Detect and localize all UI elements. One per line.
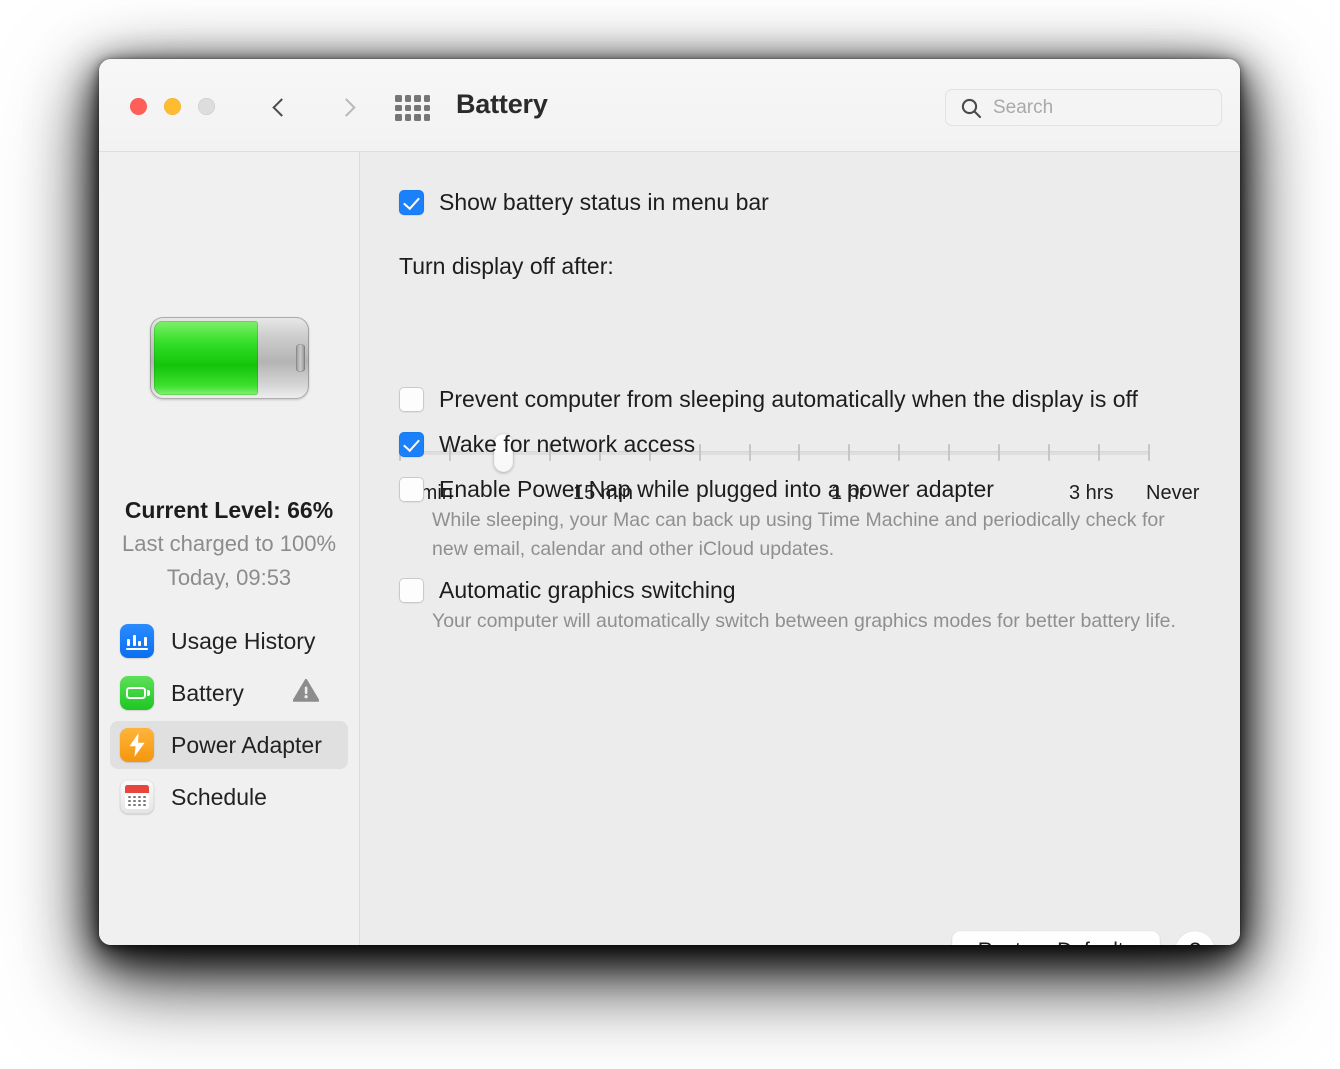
search-placeholder: Search (993, 96, 1054, 118)
sidebar-item-schedule[interactable]: Schedule (110, 773, 348, 821)
window-titlebar: Battery Search (99, 59, 1240, 152)
minimize-button[interactable] (164, 98, 181, 115)
grid-cell-icon (414, 104, 421, 112)
grid-cell-icon (395, 95, 402, 102)
menu-bar-checkbox[interactable] (399, 190, 424, 215)
sidebar-item-battery[interactable]: Battery (110, 669, 348, 717)
grid-cell-icon (404, 104, 411, 112)
main-panel: Show battery status in menu bar Turn dis… (360, 152, 1240, 945)
back-button[interactable] (265, 91, 297, 123)
wake-network-label: Wake for network access (439, 431, 696, 457)
sidebar-item-label: Power Adapter (171, 731, 322, 758)
turn-display-off-label: Turn display off after: (399, 253, 614, 279)
grid-cell-icon (395, 104, 402, 112)
usage-history-icon (120, 624, 154, 658)
slider-tick-label: 3 hrs (1069, 482, 1114, 504)
battery-graphic (99, 317, 359, 399)
battery-fill (153, 321, 259, 395)
prevent-sleep-checkbox-row[interactable]: Prevent computer from sleeping automatic… (399, 387, 1138, 412)
chevron-right-icon (336, 97, 356, 117)
sidebar-item-usage-history[interactable]: Usage History (110, 617, 348, 665)
graphics-switching-label: Automatic graphics switching (439, 577, 736, 603)
prevent-sleep-label: Prevent computer from sleeping automatic… (439, 386, 1138, 412)
grid-cell-icon (404, 114, 411, 121)
close-button[interactable] (130, 98, 147, 115)
show-all-preferences-button[interactable] (395, 95, 430, 121)
power-nap-checkbox-row[interactable]: Enable Power Nap while plugged into a po… (399, 477, 994, 502)
sidebar-item-label: Battery (171, 679, 244, 706)
sidebar-item-power-adapter[interactable]: Power Adapter (110, 721, 348, 769)
graphics-switching-checkbox[interactable] (399, 578, 424, 603)
chevron-left-icon (271, 97, 291, 117)
search-field[interactable]: Search (945, 89, 1222, 126)
window-title: Battery (456, 89, 548, 119)
grid-cell-icon (395, 114, 402, 121)
battery-terminal-icon (295, 344, 305, 372)
power-nap-description: While sleeping, your Mac can back up usi… (432, 509, 1165, 560)
window-body: Current Level: 66% Last charged to 100% … (99, 152, 1240, 945)
wake-network-checkbox[interactable] (399, 432, 424, 457)
current-level-label: Current Level: 66% (124, 497, 334, 523)
sidebar-item-label: Usage History (171, 627, 316, 654)
screen: Battery Search Current Level: 66% Last c… (0, 0, 1340, 1069)
prevent-sleep-checkbox[interactable] (399, 387, 424, 412)
grid-cell-icon (414, 95, 421, 102)
power-nap-checkbox[interactable] (399, 477, 424, 502)
sidebar-list: Usage History Battery Power Adapter Sche… (110, 617, 348, 825)
forward-button[interactable] (330, 91, 362, 123)
power-adapter-icon (120, 728, 154, 762)
grid-cell-icon (404, 95, 411, 102)
system-preferences-window: Battery Search Current Level: 66% Last c… (99, 59, 1240, 945)
graphics-switching-description: Your computer will automatically switch … (432, 610, 1176, 632)
schedule-icon (120, 780, 154, 814)
power-nap-label: Enable Power Nap while plugged into a po… (439, 476, 994, 502)
last-charged-label: Last charged to 100% (121, 531, 337, 556)
grid-cell-icon (423, 95, 430, 102)
grid-cell-icon (423, 114, 430, 121)
grid-cell-icon (414, 114, 421, 121)
slider-tick-label: Never (1146, 482, 1200, 504)
zoom-button[interactable] (198, 98, 215, 115)
grid-cell-icon (423, 104, 430, 112)
sidebar: Current Level: 66% Last charged to 100% … (99, 152, 360, 945)
menu-bar-checkbox-label: Show battery status in menu bar (439, 189, 769, 215)
wake-network-checkbox-row[interactable]: Wake for network access (399, 432, 695, 457)
warning-triangle-icon (292, 679, 320, 708)
sidebar-item-label: Schedule (171, 783, 267, 810)
graphics-switching-checkbox-row[interactable]: Automatic graphics switching (399, 578, 736, 603)
search-icon (961, 98, 982, 118)
last-charged-time: Today, 09:53 (166, 565, 292, 590)
restore-defaults-button[interactable]: Restore Defaults (952, 931, 1160, 945)
menu-bar-checkbox-row[interactable]: Show battery status in menu bar (399, 190, 769, 215)
traffic-lights (130, 98, 215, 115)
battery-icon (120, 676, 154, 710)
